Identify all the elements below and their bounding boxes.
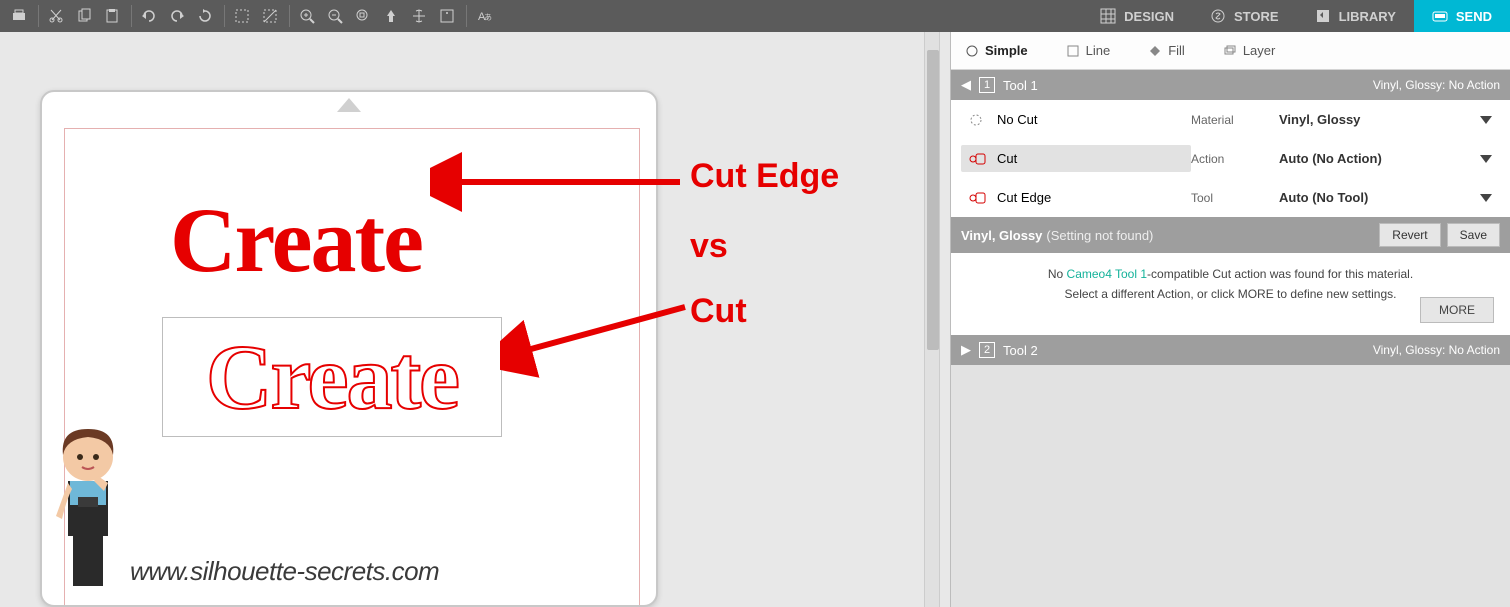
redo-icon[interactable]	[164, 3, 190, 29]
option-cut-edge-label: Cut Edge	[997, 190, 1051, 205]
option-cut[interactable]: Cut	[961, 145, 1191, 172]
action-label: Action	[1191, 152, 1271, 166]
annotation-cut: Cut	[690, 292, 747, 331]
sub-tab-layer[interactable]: Layer	[1219, 35, 1280, 66]
zoom-in-icon[interactable]	[294, 3, 320, 29]
tool-value: Auto (No Tool)	[1279, 190, 1368, 205]
sub-tab-simple[interactable]: Simple	[961, 35, 1032, 66]
tool1-label: Tool 1	[1003, 78, 1038, 93]
sub-tab-fill[interactable]: Fill	[1144, 35, 1189, 66]
chevron-down-icon	[1480, 116, 1492, 124]
tab-library-label: LIBRARY	[1339, 9, 1396, 24]
tool2-badge: 2	[979, 342, 995, 358]
collapse-left-icon: ◀	[961, 77, 971, 93]
tab-send-label: SEND	[1456, 9, 1492, 24]
zoom-fit-icon[interactable]	[378, 3, 404, 29]
message-box: No Cameo4 Tool 1-compatible Cut action w…	[951, 253, 1510, 335]
toolbar-divider	[289, 5, 290, 27]
design-text-selection-box[interactable]: Create	[162, 317, 502, 437]
tool1-status: Vinyl, Glossy: No Action	[1373, 78, 1500, 92]
option-no-cut-label: No Cut	[997, 112, 1037, 127]
message-line2: Select a different Action, or click MORE…	[975, 287, 1486, 301]
material-label: Material	[1191, 113, 1271, 127]
sub-tab-line-label: Line	[1086, 43, 1111, 58]
option-no-cut[interactable]: No Cut	[961, 106, 1191, 133]
fit-page-icon[interactable]	[434, 3, 460, 29]
design-page[interactable]: Create Create	[64, 128, 640, 607]
pan-icon[interactable]	[406, 3, 432, 29]
sub-tab-fill-label: Fill	[1168, 43, 1185, 58]
cutting-mat[interactable]: Create Create	[40, 90, 658, 607]
settings-bar: Vinyl, Glossy (Setting not found) Revert…	[951, 217, 1510, 253]
avatar-illustration	[48, 421, 128, 601]
tab-design-label: DESIGN	[1124, 9, 1174, 24]
watermark-text: www.silhouette-secrets.com	[130, 556, 439, 587]
main-tabs: DESIGN STORE LIBRARY SEND	[1082, 0, 1510, 32]
revert-button[interactable]: Revert	[1379, 223, 1440, 247]
sub-tab-simple-label: Simple	[985, 43, 1028, 58]
deselect-icon[interactable]	[257, 3, 283, 29]
vertical-scrollbar[interactable]	[924, 32, 940, 607]
scrollbar-thumb[interactable]	[927, 50, 939, 350]
paste-icon[interactable]	[99, 3, 125, 29]
zoom-selection-icon[interactable]	[350, 3, 376, 29]
select-all-icon[interactable]	[229, 3, 255, 29]
toolbar-divider	[131, 5, 132, 27]
tool-dropdown[interactable]: Auto (No Tool)	[1271, 184, 1500, 211]
tab-store-label: STORE	[1234, 9, 1279, 24]
action-value: Auto (No Action)	[1279, 151, 1382, 166]
svg-text:あ: あ	[484, 13, 492, 22]
tool1-badge: 1	[979, 77, 995, 93]
message-link[interactable]: Cameo4 Tool 1	[1067, 267, 1148, 281]
chevron-down-icon	[1480, 155, 1492, 163]
design-text-cut-edge[interactable]: Create	[170, 187, 422, 293]
tool-label: Tool	[1191, 191, 1271, 205]
option-cut-edge[interactable]: Cut Edge	[961, 184, 1191, 211]
tab-store[interactable]: STORE	[1192, 0, 1297, 32]
more-button[interactable]: MORE	[1420, 297, 1494, 323]
expand-right-icon: ▶	[961, 342, 971, 358]
message-prefix: No	[1048, 267, 1067, 281]
design-text-cut[interactable]: Create	[206, 324, 458, 430]
undo-icon[interactable]	[136, 3, 162, 29]
tab-library[interactable]: LIBRARY	[1297, 0, 1414, 32]
mat-load-arrow-icon	[337, 98, 361, 112]
action-dropdown[interactable]: Auto (No Action)	[1271, 145, 1500, 172]
sub-tab-layer-label: Layer	[1243, 43, 1276, 58]
cut-icon[interactable]	[43, 3, 69, 29]
annotation-vs: vs	[690, 227, 728, 266]
material-dropdown[interactable]: Vinyl, Glossy	[1271, 106, 1500, 133]
send-sub-tabs: Simple Line Fill Layer	[951, 32, 1510, 70]
save-button[interactable]: Save	[1447, 223, 1500, 247]
tool1-header[interactable]: ◀ 1 Tool 1 Vinyl, Glossy: No Action	[951, 70, 1510, 100]
tab-design[interactable]: DESIGN	[1082, 0, 1192, 32]
sub-tab-line[interactable]: Line	[1062, 35, 1115, 66]
toolbar-divider	[224, 5, 225, 27]
tool1-body: No Cut Material Vinyl, Glossy Cut Action…	[951, 100, 1510, 217]
toolbar-divider	[466, 5, 467, 27]
zoom-out-icon[interactable]	[322, 3, 348, 29]
send-panel: Simple Line Fill Layer ◀ 1 Tool 1 Vinyl,…	[950, 32, 1510, 607]
print-icon[interactable]	[6, 3, 32, 29]
settings-note: (Setting not found)	[1046, 228, 1153, 243]
option-cut-label: Cut	[997, 151, 1017, 166]
tool2-label: Tool 2	[1003, 343, 1038, 358]
annotation-cut-edge: Cut Edge	[690, 157, 839, 196]
refresh-icon[interactable]	[192, 3, 218, 29]
tool2-status: Vinyl, Glossy: No Action	[1373, 343, 1500, 357]
material-value: Vinyl, Glossy	[1279, 112, 1360, 127]
tab-send[interactable]: SEND	[1414, 0, 1510, 32]
text-style-icon[interactable]: Aあ	[471, 3, 497, 29]
copy-icon[interactable]	[71, 3, 97, 29]
message-line1: No Cameo4 Tool 1-compatible Cut action w…	[975, 267, 1486, 281]
canvas-area: Create Create Cut Edge vs Cut www.silhou…	[30, 32, 900, 607]
toolbar-divider	[38, 5, 39, 27]
settings-name: Vinyl, Glossy	[961, 228, 1042, 243]
chevron-down-icon	[1480, 194, 1492, 202]
tool2-header[interactable]: ▶ 2 Tool 2 Vinyl, Glossy: No Action	[951, 335, 1510, 365]
message-suffix: -compatible Cut action was found for thi…	[1147, 267, 1413, 281]
